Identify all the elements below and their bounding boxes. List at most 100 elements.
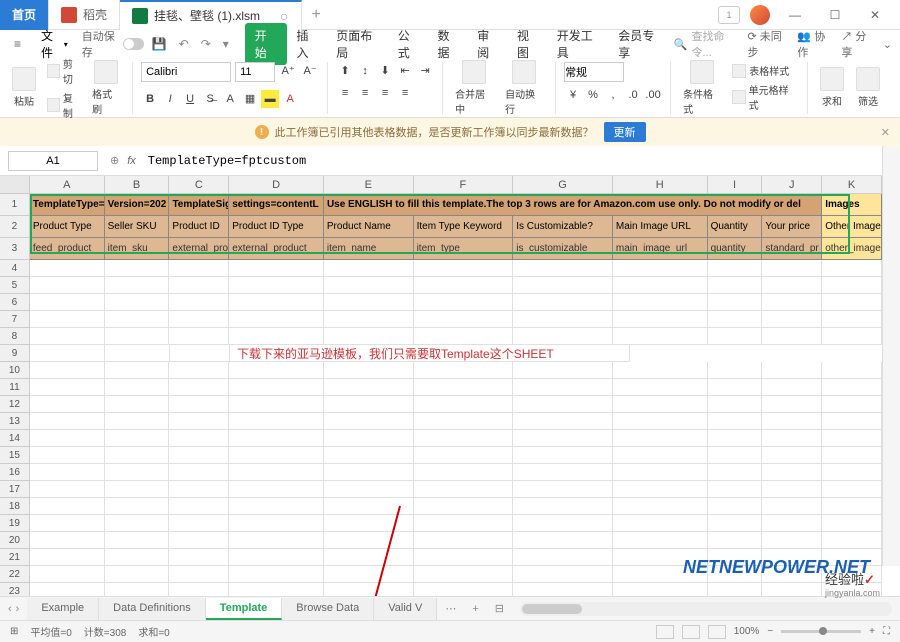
cell[interactable] [105, 447, 170, 464]
cell[interactable] [170, 345, 230, 362]
cell[interactable] [762, 260, 822, 277]
cell[interactable] [414, 481, 514, 498]
cell[interactable] [324, 566, 414, 583]
cell[interactable] [105, 362, 170, 379]
qat-undo-icon[interactable]: ↶ [175, 35, 193, 53]
tab-close-icon[interactable]: ○ [280, 8, 288, 24]
sheet-tab-template[interactable]: Template [206, 598, 282, 620]
cell[interactable] [169, 328, 229, 345]
cell[interactable] [762, 498, 822, 515]
formula-input[interactable] [144, 151, 892, 171]
cell[interactable] [169, 396, 229, 413]
cell[interactable] [613, 481, 708, 498]
user-avatar[interactable] [750, 5, 770, 25]
cell[interactable]: Product Type [30, 216, 105, 238]
row-header[interactable]: 14 [0, 430, 30, 447]
cell[interactable] [105, 328, 170, 345]
ribbon-tab-member[interactable]: 会员专享 [610, 23, 669, 65]
cell[interactable] [513, 413, 613, 430]
cell[interactable]: item_name [324, 238, 414, 260]
cell[interactable] [613, 549, 708, 566]
qat-save-icon[interactable]: 💾 [148, 35, 171, 53]
zoom-in-icon[interactable]: + [869, 626, 875, 637]
cell[interactable] [414, 260, 514, 277]
app-menu-icon[interactable]: ≡ [8, 34, 27, 54]
cell[interactable] [708, 362, 763, 379]
cell[interactable] [613, 396, 708, 413]
cell[interactable] [324, 583, 414, 596]
cell[interactable] [105, 481, 170, 498]
cell[interactable] [324, 396, 414, 413]
cell[interactable] [105, 464, 170, 481]
fx-dropdown-icon[interactable]: ⊕ [106, 152, 123, 169]
coop-button[interactable]: 👥 协作 [797, 28, 833, 60]
zoom-slider[interactable] [781, 630, 861, 633]
cell[interactable] [105, 583, 170, 596]
cell[interactable] [30, 379, 105, 396]
cell[interactable] [822, 413, 882, 430]
cell[interactable] [30, 566, 105, 583]
cell[interactable]: settings=contentL [229, 194, 324, 216]
cell[interactable] [229, 549, 324, 566]
sheet-add-button[interactable]: + [464, 599, 486, 619]
cell[interactable] [708, 566, 763, 583]
docs-icon[interactable]: 1 [718, 6, 740, 24]
cell[interactable] [822, 447, 882, 464]
cell[interactable]: external_product [229, 238, 324, 260]
maximize-button[interactable]: ☐ [820, 5, 850, 25]
cell[interactable] [324, 498, 414, 515]
cell[interactable] [324, 464, 414, 481]
cell[interactable] [762, 311, 822, 328]
cell[interactable] [762, 549, 822, 566]
cell[interactable] [822, 379, 882, 396]
cell[interactable] [822, 464, 882, 481]
cut-button[interactable]: 剪切 [44, 55, 84, 87]
cell[interactable] [613, 311, 708, 328]
cell[interactable] [613, 515, 708, 532]
cell[interactable] [822, 328, 882, 345]
cell[interactable] [708, 294, 763, 311]
cell[interactable] [30, 345, 105, 362]
cell[interactable] [105, 345, 170, 362]
cell[interactable] [613, 328, 708, 345]
cell[interactable] [414, 311, 514, 328]
filter-button[interactable]: 筛选 [852, 65, 884, 110]
row-header[interactable]: 17 [0, 481, 30, 498]
justify-icon[interactable]: ≡ [396, 84, 414, 102]
share-button[interactable]: ↗ 分享 [841, 28, 874, 60]
cell[interactable] [708, 447, 763, 464]
cell[interactable]: Seller SKU [105, 216, 170, 238]
underline-button[interactable]: U [181, 90, 199, 108]
cell[interactable] [513, 311, 613, 328]
cell[interactable] [708, 413, 763, 430]
cell[interactable] [30, 328, 105, 345]
cell[interactable] [762, 566, 822, 583]
cell[interactable] [762, 532, 822, 549]
cell[interactable] [30, 294, 105, 311]
ribbon-tab-insert[interactable]: 插入 [289, 23, 327, 65]
cell[interactable] [169, 447, 229, 464]
col-header-C[interactable]: C [169, 176, 229, 193]
cell[interactable] [762, 379, 822, 396]
cell[interactable] [613, 362, 708, 379]
cell[interactable] [513, 328, 613, 345]
cell[interactable] [708, 532, 763, 549]
qat-redo-icon[interactable]: ↷ [197, 35, 215, 53]
cell[interactable]: item_sku [105, 238, 170, 260]
cell[interactable] [822, 498, 882, 515]
ribbon-tab-layout[interactable]: 页面布局 [328, 23, 387, 65]
cell[interactable] [324, 362, 414, 379]
cell[interactable] [613, 260, 708, 277]
cell[interactable] [613, 447, 708, 464]
cell[interactable] [762, 277, 822, 294]
cell[interactable] [513, 294, 613, 311]
font-style-button[interactable]: A [221, 90, 239, 108]
cell[interactable] [30, 311, 105, 328]
cell[interactable] [613, 498, 708, 515]
cell[interactable] [513, 583, 613, 596]
cell[interactable] [229, 413, 324, 430]
view-page-icon[interactable] [682, 625, 700, 639]
row-header[interactable]: 9 [0, 345, 30, 362]
indent-inc-icon[interactable]: ⇥ [416, 62, 434, 80]
cell[interactable] [324, 515, 414, 532]
